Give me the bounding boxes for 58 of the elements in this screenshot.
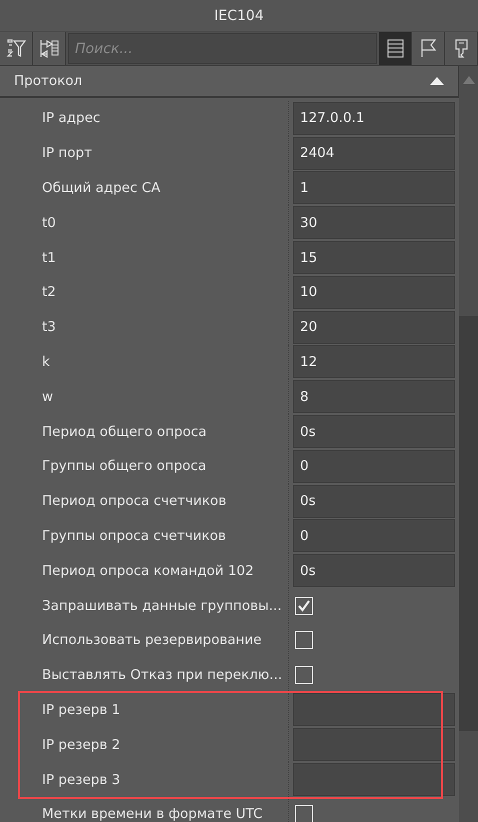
value-field[interactable]: 12 bbox=[293, 345, 455, 378]
value-field[interactable]: 8 bbox=[293, 380, 455, 414]
tree-icon bbox=[38, 38, 60, 59]
property-label: Общий адрес СА bbox=[42, 180, 160, 196]
scrollbar[interactable] bbox=[459, 66, 478, 822]
value-field[interactable]: 10 bbox=[293, 276, 455, 309]
section-header[interactable]: Протокол bbox=[0, 66, 459, 98]
property-label: Выставлять Отказ при переклю... bbox=[42, 667, 282, 684]
property-label: Период опроса командой 102 bbox=[42, 562, 254, 579]
checkbox[interactable] bbox=[295, 805, 313, 822]
checkbox[interactable] bbox=[295, 666, 313, 684]
window-title: IEC104 bbox=[214, 8, 264, 24]
property-label: w bbox=[42, 388, 54, 405]
property-label: IP адрес bbox=[42, 110, 100, 126]
property-label: IP порт bbox=[42, 145, 92, 162]
list-button[interactable] bbox=[379, 32, 412, 65]
property-label: t2 bbox=[42, 284, 56, 300]
section-title: Протокол bbox=[14, 73, 82, 89]
property-label: Группы опроса счетчиков bbox=[42, 528, 226, 544]
value-field[interactable]: 2404 bbox=[293, 136, 455, 170]
value-field[interactable]: 0s bbox=[293, 484, 455, 518]
property-label: k bbox=[42, 354, 50, 370]
key-button[interactable] bbox=[445, 32, 478, 65]
property-label: Метки времени в формате UTC bbox=[42, 806, 263, 822]
value-field[interactable]: 0s bbox=[293, 415, 455, 448]
list-view-icon bbox=[384, 38, 406, 59]
value-field[interactable]: 15 bbox=[293, 241, 455, 274]
value-field[interactable]: 0 bbox=[293, 450, 455, 483]
property-label: IP резерв 2 bbox=[42, 736, 120, 753]
property-label: Период опроса счетчиков bbox=[42, 493, 226, 510]
property-label: Группы общего опроса bbox=[42, 458, 206, 474]
property-label: Использовать резервирование bbox=[42, 632, 262, 648]
property-label: Период общего опроса bbox=[42, 424, 207, 440]
search-field[interactable]: Поиск... bbox=[68, 33, 377, 64]
scrollbar-thumb[interactable] bbox=[459, 316, 478, 731]
value-field[interactable]: 0 bbox=[293, 519, 455, 552]
value-field[interactable]: 127.0.0.1 bbox=[293, 102, 455, 135]
checkmark-icon bbox=[297, 598, 311, 613]
flag-button[interactable] bbox=[412, 32, 445, 65]
property-label: t3 bbox=[42, 319, 56, 336]
property-label: t1 bbox=[42, 250, 56, 266]
property-label: Запрашивать данные групповы... bbox=[42, 598, 282, 614]
value-field[interactable]: 20 bbox=[293, 310, 455, 344]
property-label: IP резерв 3 bbox=[42, 772, 120, 788]
property-label: IP резерв 1 bbox=[42, 702, 120, 718]
value-field[interactable] bbox=[293, 693, 455, 726]
sort-filter-button[interactable] bbox=[0, 32, 33, 65]
value-field[interactable] bbox=[293, 763, 455, 796]
collapse-icon bbox=[430, 77, 444, 85]
tree-button[interactable] bbox=[33, 32, 66, 65]
value-field[interactable]: 1 bbox=[293, 171, 455, 204]
value-field[interactable]: 30 bbox=[293, 206, 455, 240]
property-label: t0 bbox=[42, 214, 56, 231]
checkbox[interactable] bbox=[295, 596, 313, 615]
value-field[interactable] bbox=[293, 728, 455, 762]
checkbox[interactable] bbox=[295, 631, 313, 650]
value-field[interactable]: 0s bbox=[293, 554, 455, 588]
sort-filter-icon bbox=[6, 38, 26, 59]
